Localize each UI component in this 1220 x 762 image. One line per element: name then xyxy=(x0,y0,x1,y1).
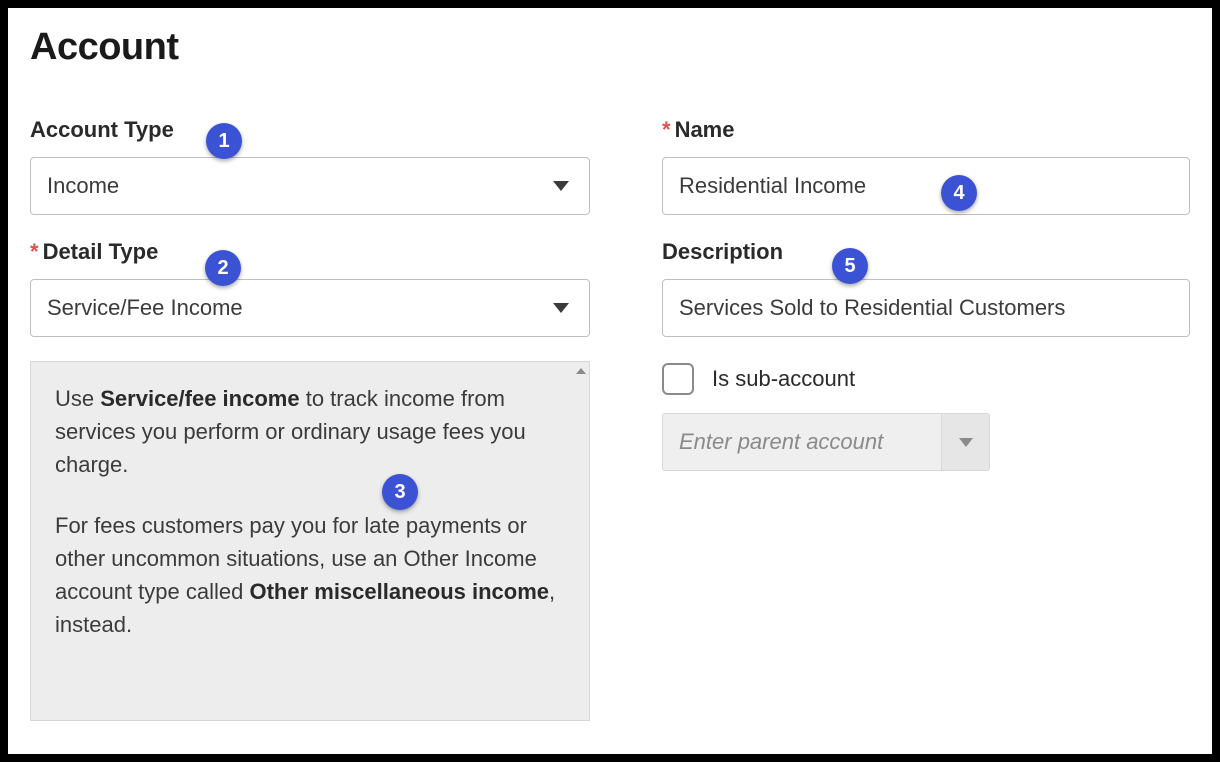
name-field: * Name Residential Income xyxy=(662,117,1190,215)
sub-account-label: Is sub-account xyxy=(712,366,855,392)
description-label: Description xyxy=(662,239,783,265)
page-title: Account xyxy=(30,26,1190,69)
help-bold: Service/fee income xyxy=(100,386,299,411)
chevron-down-icon xyxy=(959,438,973,447)
description-input-value: Services Sold to Residential Customers xyxy=(679,295,1065,321)
annotation-badge-2: 2 xyxy=(205,250,241,286)
annotation-badge-5: 5 xyxy=(832,248,868,284)
detail-type-select[interactable]: Service/Fee Income xyxy=(30,279,590,337)
name-input-value: Residential Income xyxy=(679,173,866,199)
form-columns: Account Type Income * Detail Type Servic… xyxy=(30,117,1190,721)
parent-account-select[interactable]: Enter parent account xyxy=(662,413,990,471)
description-input[interactable]: Services Sold to Residential Customers xyxy=(662,279,1190,337)
help-text: Use xyxy=(55,386,100,411)
parent-account-placeholder: Enter parent account xyxy=(679,429,883,455)
detail-type-field: * Detail Type Service/Fee Income xyxy=(30,239,590,337)
name-label-text: Name xyxy=(675,117,735,143)
account-type-select[interactable]: Income xyxy=(30,157,590,215)
description-field: Description Services Sold to Residential… xyxy=(662,239,1190,337)
annotation-badge-1: 1 xyxy=(206,123,242,159)
help-bold: Other miscellaneous income xyxy=(249,579,549,604)
parent-account-input[interactable]: Enter parent account xyxy=(662,413,942,471)
annotation-badge-4: 4 xyxy=(941,175,977,211)
sub-account-row: Is sub-account xyxy=(662,363,1190,395)
name-input[interactable]: Residential Income xyxy=(662,157,1190,215)
detail-type-help: Use Service/fee income to track income f… xyxy=(30,361,590,721)
help-paragraph-2: For fees customers pay you for late paym… xyxy=(55,509,565,641)
detail-type-value: Service/Fee Income xyxy=(47,295,243,321)
name-label: * Name xyxy=(662,117,734,143)
chevron-down-icon xyxy=(553,303,569,313)
chevron-down-icon xyxy=(553,181,569,191)
left-column: Account Type Income * Detail Type Servic… xyxy=(30,117,590,721)
account-type-value: Income xyxy=(47,173,119,199)
account-type-label: Account Type xyxy=(30,117,174,143)
parent-account-dropdown-button[interactable] xyxy=(942,413,990,471)
account-dialog: Account Account Type Income * Detail Typ… xyxy=(0,0,1220,762)
account-type-field: Account Type Income xyxy=(30,117,590,215)
detail-type-label-text: Detail Type xyxy=(43,239,159,265)
required-marker: * xyxy=(30,239,39,265)
detail-type-label: * Detail Type xyxy=(30,239,158,265)
required-marker: * xyxy=(662,117,671,143)
annotation-badge-3: 3 xyxy=(382,474,418,510)
sub-account-checkbox[interactable] xyxy=(662,363,694,395)
scroll-up-icon[interactable] xyxy=(576,368,586,374)
right-column: * Name Residential Income Description Se… xyxy=(662,117,1190,721)
help-paragraph-1: Use Service/fee income to track income f… xyxy=(55,382,565,481)
